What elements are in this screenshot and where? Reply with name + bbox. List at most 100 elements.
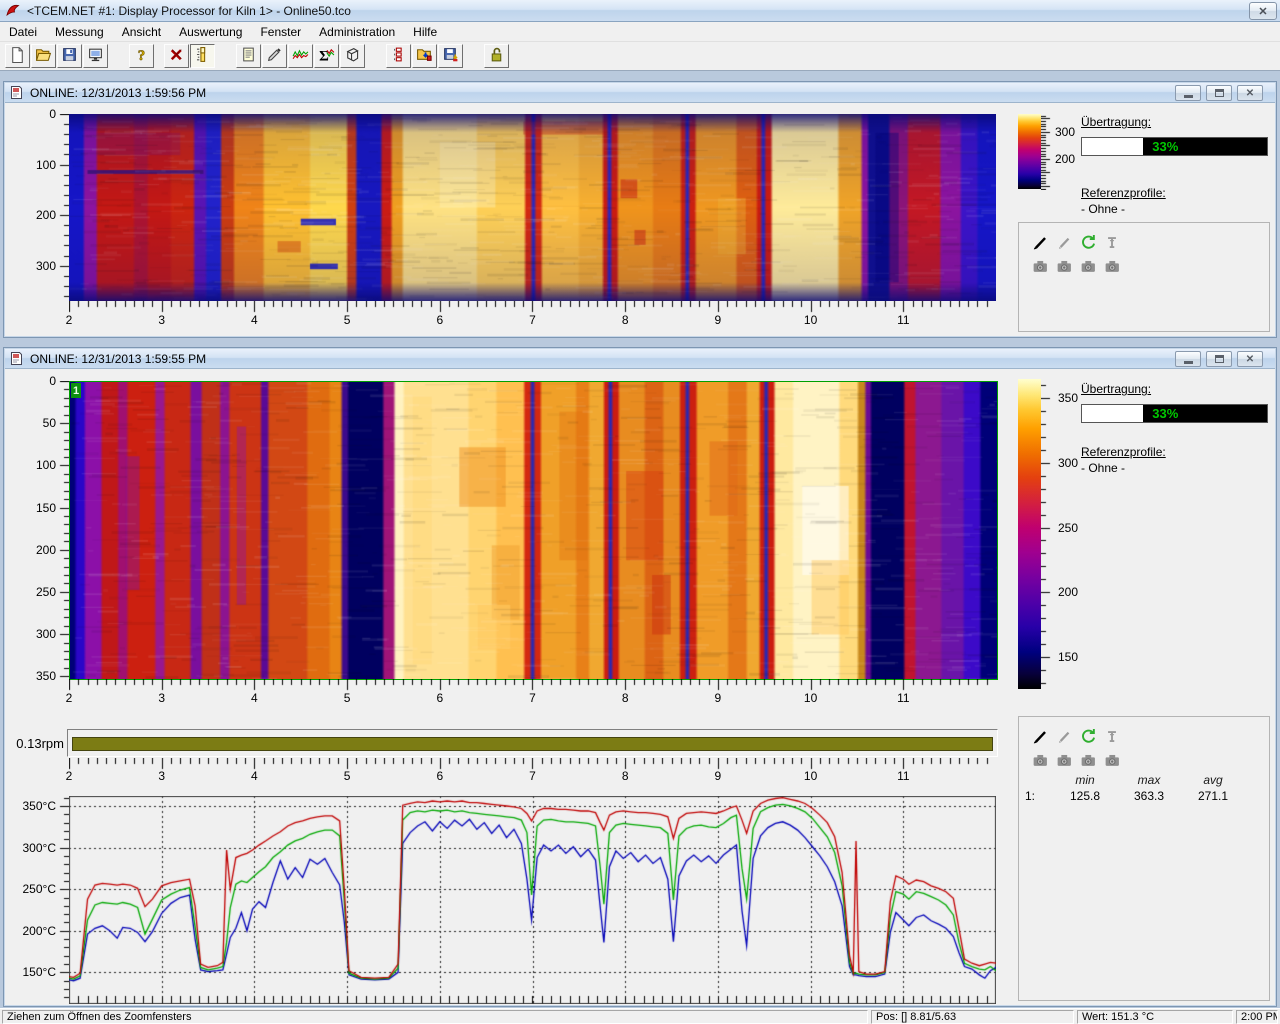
x-axis-label: 6	[436, 313, 443, 327]
status-clock: 2:00 PM	[1236, 1010, 1278, 1024]
color-scale	[1018, 379, 1041, 689]
x-axis-label: 3	[158, 313, 165, 327]
app-icon	[5, 3, 21, 19]
x-axis-label: 8	[622, 313, 629, 327]
maximize-icon[interactable]	[1206, 351, 1232, 367]
y-axis-labels: 050100150200250300350	[28, 381, 56, 678]
color-scale-labels: 350300250200150	[1058, 379, 1092, 689]
close-icon[interactable]: ✕	[1237, 351, 1263, 367]
reference-profiles-label: Referenzprofile:	[1081, 445, 1166, 459]
pen-icon[interactable]	[1055, 727, 1073, 745]
toolbar-button-lock[interactable]	[484, 44, 509, 68]
maximize-icon[interactable]	[1206, 85, 1232, 101]
camera-icon[interactable]	[1031, 257, 1049, 275]
x-axis-label: 2	[66, 313, 73, 327]
ruler-pin-icon[interactable]	[1103, 727, 1121, 745]
minimize-icon[interactable]	[1175, 85, 1201, 101]
load-profile-icon	[416, 46, 433, 66]
toolbar-button-open-file[interactable]	[31, 44, 56, 68]
document-icon	[9, 85, 24, 100]
y-axis-label: 50	[43, 416, 56, 430]
menu-item-ansicht[interactable]: Ansicht	[113, 22, 170, 42]
status-bar: Ziehen zum Öffnen des Zoomfensters Pos: …	[0, 1008, 1280, 1024]
close-icon[interactable]: ✕	[1237, 85, 1263, 101]
menu-item-hilfe[interactable]: Hilfe	[404, 22, 446, 42]
toolbar-button-annotation-pen[interactable]	[262, 44, 287, 68]
camera-icon[interactable]	[1055, 751, 1073, 769]
x-axis-label: 3	[158, 691, 165, 705]
window2-titlebar[interactable]: ONLINE: 12/31/2013 1:59:55 PM ✕	[5, 349, 1275, 369]
stat-row: 1:125.8363.3271.1	[1019, 789, 1269, 803]
transfer-value: 33%	[1152, 139, 1178, 154]
color-scale-label: 200	[1055, 152, 1075, 166]
x-axis-label: 6	[436, 691, 443, 705]
lock-icon	[488, 46, 505, 66]
toolbar-button-profile-curves[interactable]	[288, 44, 313, 68]
ruler-pin-icon[interactable]	[1103, 233, 1121, 251]
refresh-icon[interactable]	[1079, 233, 1097, 251]
y-axis-ticks	[58, 114, 69, 302]
x-axis-label: 6	[436, 769, 443, 783]
open-file-icon	[35, 46, 52, 66]
window-online-overview[interactable]: ONLINE: 12/31/2013 1:59:56 PM ✕ 01002003…	[3, 81, 1277, 338]
rotation-speed-bar	[67, 729, 998, 757]
window-online-detail[interactable]: ONLINE: 12/31/2013 1:59:55 PM ✕ 1 050100…	[3, 347, 1277, 1007]
chart-y-axis-label: 150°C	[23, 965, 57, 979]
y-axis-label: 300	[36, 627, 56, 641]
menu-item-auswertung[interactable]: Auswertung	[170, 22, 251, 42]
chart-y-axis-labels: 350°C300°C250°C200°C150°C	[12, 796, 56, 1004]
camera-icon[interactable]	[1079, 751, 1097, 769]
color-scale-label: 300	[1055, 125, 1075, 139]
toolbar-button-section-list[interactable]	[386, 44, 411, 68]
stat-header: min	[1053, 773, 1117, 787]
x-axis-label: 11	[897, 313, 909, 327]
y-axis-label: 200	[36, 208, 56, 222]
delete-measurement-icon	[168, 46, 185, 66]
minimize-icon[interactable]	[1175, 351, 1201, 367]
menu-item-administration[interactable]: Administration	[310, 22, 404, 42]
color-scale-label: 300	[1058, 456, 1078, 470]
camera-icon[interactable]	[1079, 257, 1097, 275]
toolbar-button-temperature-scale[interactable]	[190, 44, 215, 68]
status-value: Wert: 151.3 °C	[1077, 1010, 1233, 1024]
color-scale-ticks	[1041, 379, 1055, 690]
paint-brush-icon[interactable]	[1031, 233, 1049, 251]
kiln-thermal-image-overview[interactable]	[69, 114, 996, 301]
y-axis-label: 250	[36, 585, 56, 599]
camera-icon[interactable]	[1031, 751, 1049, 769]
temperature-profile-chart[interactable]	[69, 796, 996, 1004]
x-axis-labels: 234567891011	[69, 313, 996, 327]
toolbar-button-new-document[interactable]	[5, 44, 30, 68]
x-axis-label: 9	[715, 769, 722, 783]
toolbar-button-view-3d[interactable]	[340, 44, 365, 68]
toolbar-button-save-file[interactable]	[57, 44, 82, 68]
pen-icon[interactable]	[1055, 233, 1073, 251]
tools-panel	[1018, 222, 1270, 332]
status-position: Pos: [] 8.81/5.63	[871, 1010, 1074, 1024]
camera-icon[interactable]	[1103, 257, 1121, 275]
menu-item-fenster[interactable]: Fenster	[251, 22, 310, 42]
window1-titlebar[interactable]: ONLINE: 12/31/2013 1:59:56 PM ✕	[5, 83, 1275, 103]
reference-profiles-label: Referenzprofile:	[1081, 186, 1166, 200]
toolbar-button-statistics-sum[interactable]: Σ	[314, 44, 339, 68]
toolbar-button-load-profile[interactable]	[412, 44, 437, 68]
paint-brush-icon[interactable]	[1031, 727, 1049, 745]
toolbar-button-screen-display[interactable]	[83, 44, 108, 68]
app-titlebar[interactable]: <TCEM.NET #1: Display Processor for Kiln…	[0, 0, 1280, 22]
statistics-header: minmaxavg	[1019, 773, 1269, 787]
app-close-button[interactable]: ✕	[1249, 2, 1277, 20]
camera-icon[interactable]	[1103, 751, 1121, 769]
menu-item-datei[interactable]: Datei	[0, 22, 46, 42]
color-scale-label: 350	[1058, 391, 1078, 405]
menu-item-messung[interactable]: Messung	[46, 22, 113, 42]
toolbar-button-report[interactable]	[236, 44, 261, 68]
color-scale	[1018, 114, 1041, 189]
refresh-icon[interactable]	[1079, 727, 1097, 745]
toolbar-button-save-profile[interactable]	[438, 44, 463, 68]
camera-icon[interactable]	[1055, 257, 1073, 275]
toolbar-button-help[interactable]: ?	[129, 44, 154, 68]
toolbar-button-delete-measurement[interactable]	[164, 44, 189, 68]
x-axis-label: 2	[66, 769, 73, 783]
kiln-thermal-image-detail[interactable]	[69, 381, 998, 680]
y-axis-label: 0	[49, 107, 56, 121]
